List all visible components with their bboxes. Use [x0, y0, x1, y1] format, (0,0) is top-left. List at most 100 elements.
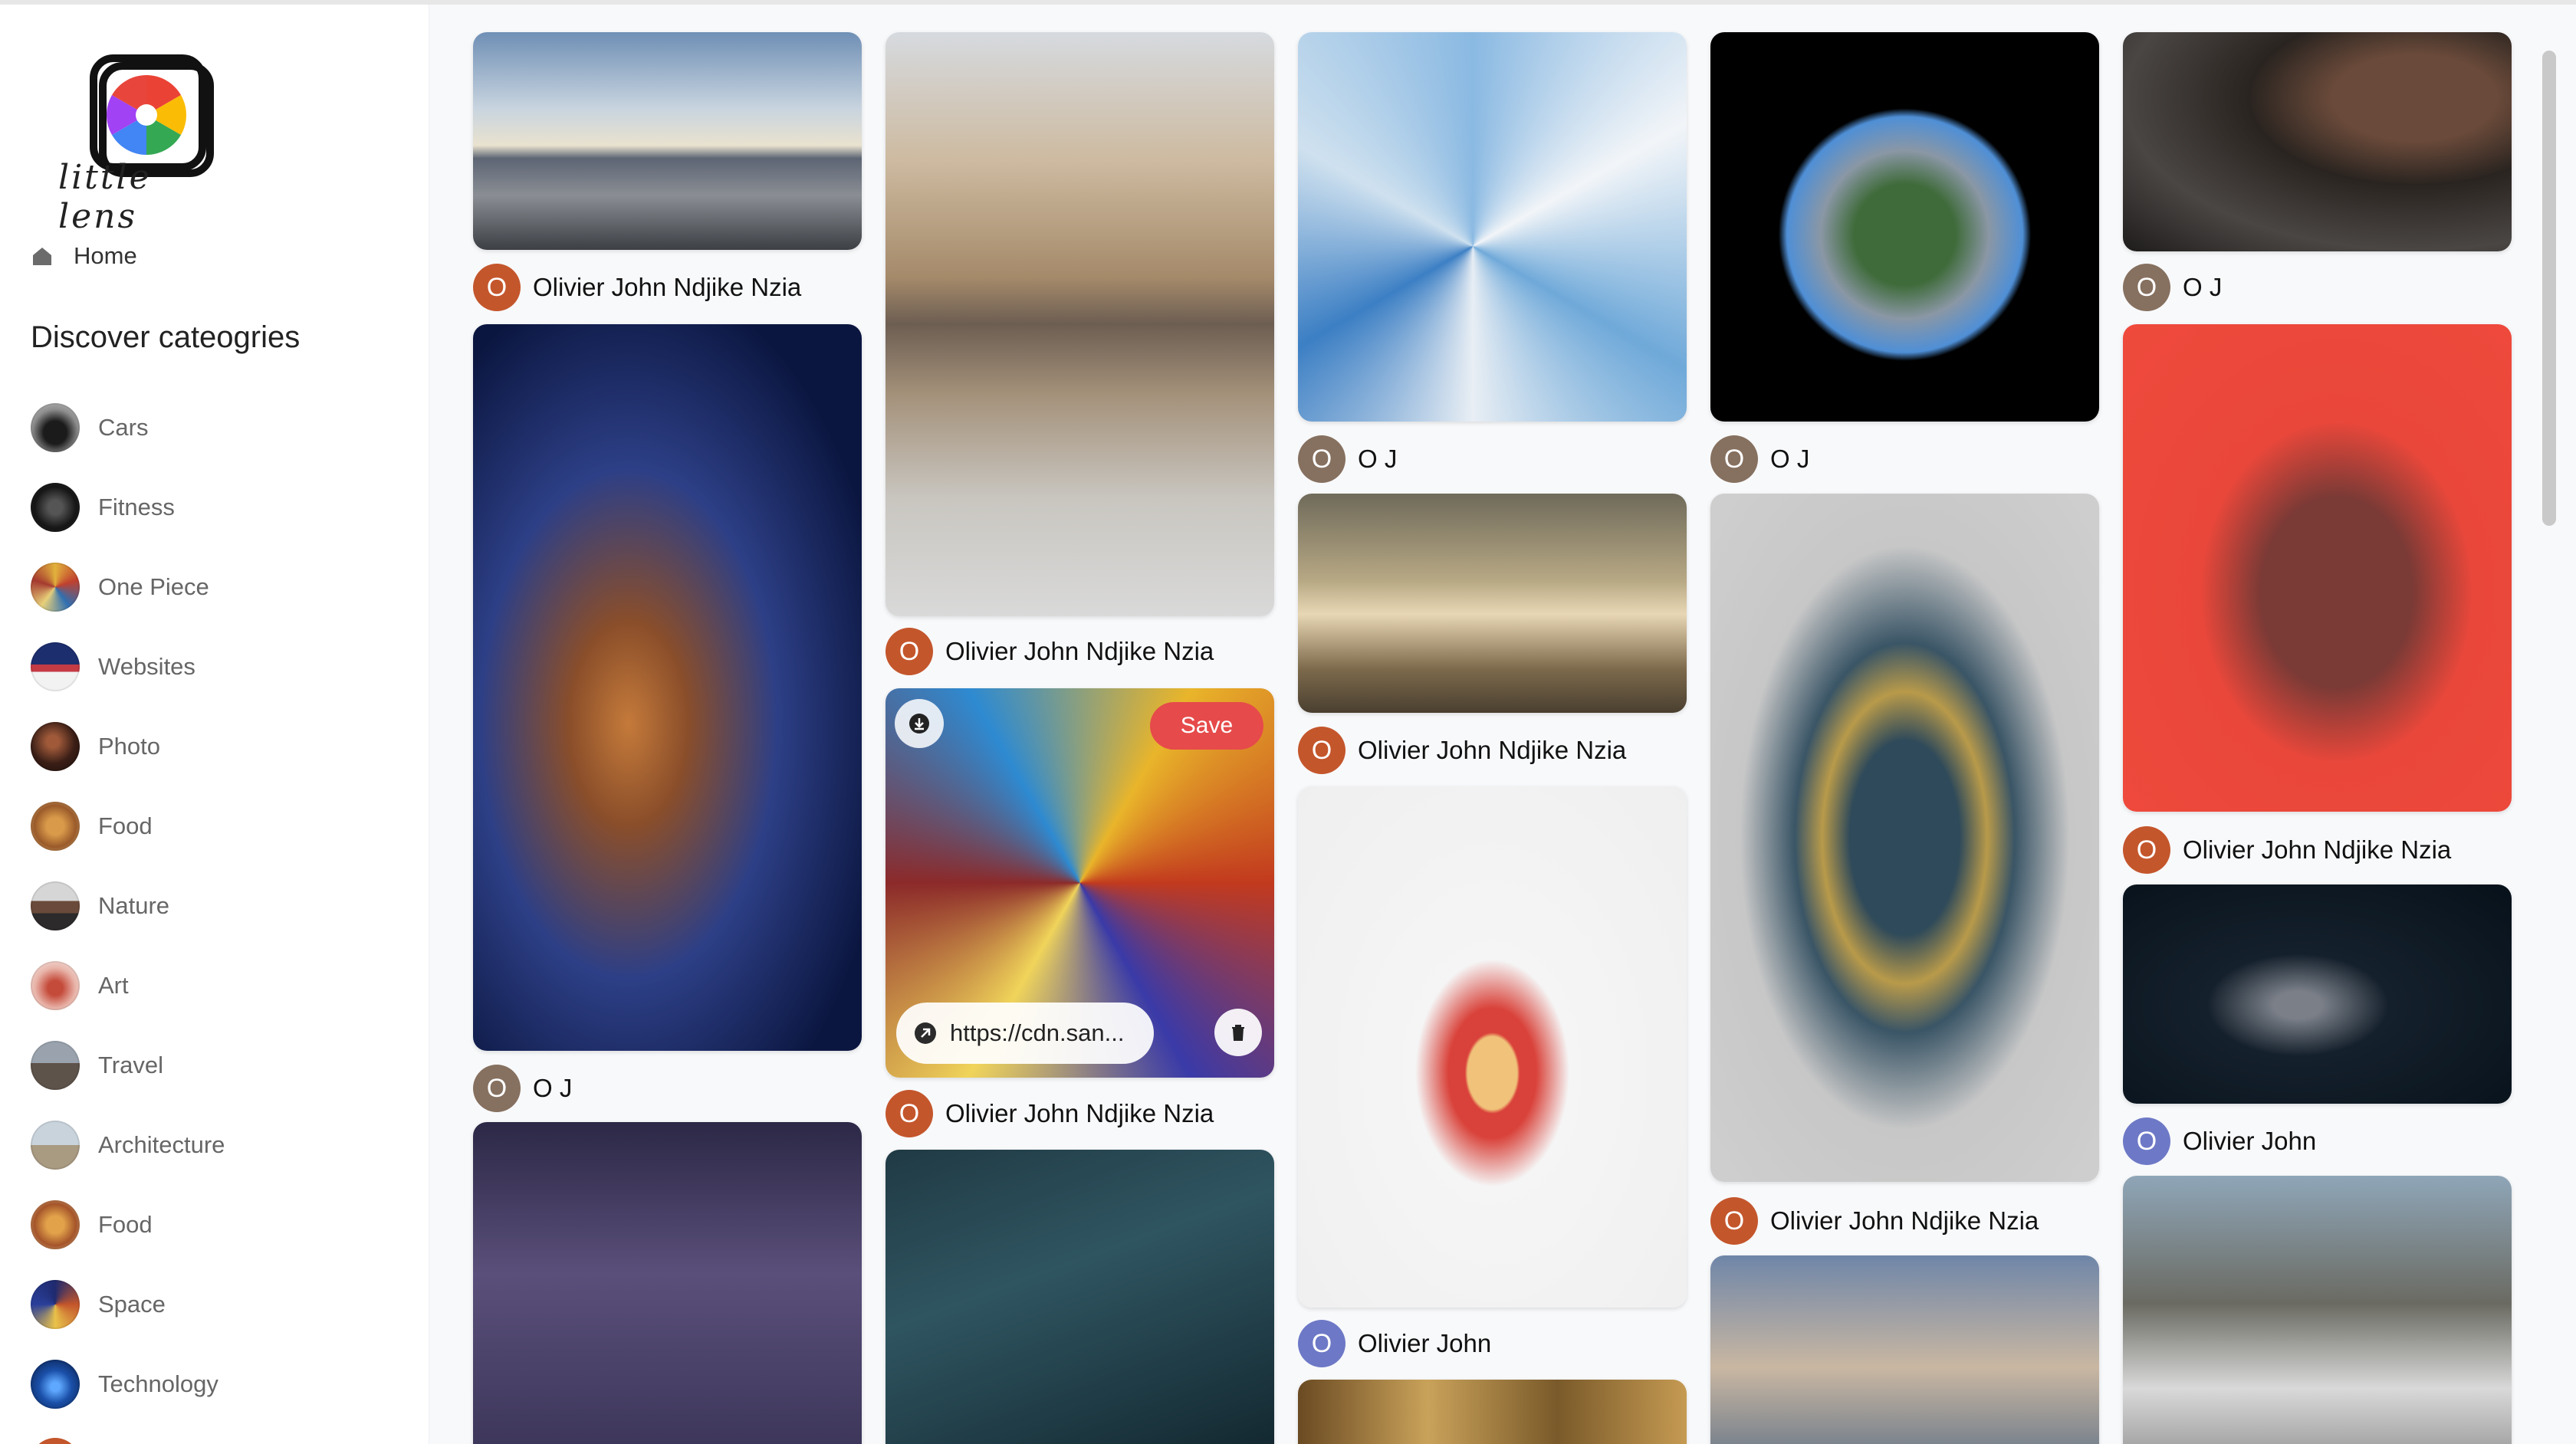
- author-name: Olivier John Ndjike Nzia: [2183, 835, 2452, 864]
- category-item-space[interactable]: Space: [31, 1265, 225, 1344]
- pin-author[interactable]: O Olivier John Ndjike Nzia: [886, 628, 1214, 675]
- pin-image-runway[interactable]: [473, 32, 862, 250]
- pin-image-white-supercar[interactable]: [2123, 1176, 2512, 1444]
- pin-author[interactable]: O O J: [1710, 435, 1809, 483]
- category-thumbnail: [31, 802, 80, 851]
- pin-image-dessert-plate[interactable]: [2123, 32, 2512, 251]
- category-thumbnail: [31, 563, 80, 612]
- category-item-travel[interactable]: Travel: [31, 1026, 225, 1105]
- category-label: Cars: [98, 414, 149, 441]
- nav-home-label: Home: [74, 242, 137, 269]
- nav-home[interactable]: Home: [31, 241, 137, 271]
- category-thumbnail: [31, 881, 80, 930]
- trash-icon: [1232, 1025, 1244, 1041]
- author-avatar: O: [1298, 435, 1346, 483]
- category-label: One Piece: [98, 573, 209, 600]
- app-logo-text: little lens: [58, 158, 152, 236]
- author-name: O J: [2183, 273, 2223, 301]
- category-item-technology[interactable]: Technology: [31, 1344, 225, 1424]
- category-thumbnail: [31, 961, 80, 1010]
- category-item-websites[interactable]: Websites: [31, 627, 225, 707]
- author-name: Olivier John Ndjike Nzia: [1358, 736, 1627, 764]
- author-name: O J: [1358, 445, 1398, 473]
- pin-image-fantasy-castle[interactable]: [1710, 1255, 2099, 1444]
- category-thumbnail-partial[interactable]: [31, 1438, 80, 1444]
- pin-image-st-peters-reflection[interactable]: [886, 32, 1274, 616]
- category-label: Art: [98, 972, 129, 999]
- author-name: O J: [1770, 445, 1810, 473]
- category-item-cars[interactable]: Cars: [31, 388, 225, 468]
- author-avatar: O: [1298, 727, 1346, 774]
- category-list: Cars Fitness One Piece Websites Photo Fo…: [31, 388, 225, 1424]
- category-label: Food: [98, 1211, 153, 1238]
- pin-author[interactable]: O O J: [2123, 264, 2222, 311]
- pin-image-cathedral-ceiling[interactable]: [1298, 1380, 1687, 1444]
- pin-author[interactable]: O Olivier John Ndjike Nzia: [473, 264, 801, 311]
- category-item-one-piece[interactable]: One Piece: [31, 547, 225, 627]
- category-thumbnail: [31, 1041, 80, 1090]
- category-thumbnail: [31, 722, 80, 771]
- author-avatar: O: [1710, 1197, 1758, 1245]
- author-avatar: O: [2123, 264, 2170, 311]
- home-icon: [33, 248, 51, 265]
- category-thumbnail: [31, 1121, 80, 1170]
- author-name: Olivier John Ndjike Nzia: [945, 1099, 1214, 1127]
- author-name: Olivier John Ndjike Nzia: [945, 637, 1214, 665]
- download-icon: [909, 714, 929, 733]
- pin-author[interactable]: O O J: [1298, 435, 1397, 483]
- pin-author[interactable]: O Olivier John Ndjike Nzia: [886, 1090, 1214, 1137]
- category-label: Websites: [98, 653, 196, 680]
- pin-feed: O Olivier John Ndjike Nzia O O J O Olivi…: [429, 5, 2561, 1444]
- category-item-food[interactable]: Food: [31, 786, 225, 866]
- category-item-nature[interactable]: Nature: [31, 866, 225, 946]
- category-item-art[interactable]: Art: [31, 946, 225, 1026]
- category-label: Photo: [98, 733, 161, 760]
- discover-categories-title: Discover cateogries: [31, 320, 301, 354]
- category-label: Space: [98, 1291, 166, 1318]
- pin-image-milky-way[interactable]: [886, 1150, 1274, 1444]
- pin-author[interactable]: O Olivier John Ndjike Nzia: [2123, 826, 2451, 874]
- pin-image-foggy-jungle[interactable]: [1298, 494, 1687, 713]
- pin-image-shark[interactable]: [2123, 884, 2512, 1104]
- pin-image-night-sky[interactable]: [473, 1122, 862, 1444]
- pin-image-abstract-paint[interactable]: Save https://cdn.san...: [886, 688, 1274, 1078]
- author-avatar: O: [886, 628, 933, 675]
- pin-author[interactable]: O Olivier John Ndjike Nzia: [1710, 1197, 2039, 1245]
- category-item-architecture[interactable]: Architecture: [31, 1105, 225, 1185]
- delete-button[interactable]: [1214, 1009, 1262, 1056]
- author-name: Olivier John Ndjike Nzia: [1770, 1206, 2039, 1235]
- pin-image-luffy-figure[interactable]: [1298, 786, 1687, 1308]
- category-label: Nature: [98, 892, 170, 919]
- category-thumbnail: [31, 403, 80, 452]
- author-avatar: O: [473, 264, 521, 311]
- arrow-up-right-icon: [915, 1022, 936, 1044]
- save-button[interactable]: Save: [1150, 702, 1263, 750]
- category-thumbnail: [31, 1200, 80, 1249]
- category-label: Fitness: [98, 494, 175, 520]
- pin-image-sanji-illustration[interactable]: [2123, 324, 2512, 812]
- download-button[interactable]: [895, 699, 944, 748]
- author-avatar: O: [2123, 826, 2170, 874]
- pin-author[interactable]: O Olivier John: [2123, 1117, 2316, 1165]
- author-name: Olivier John: [1358, 1329, 1492, 1357]
- category-thumbnail: [31, 1280, 80, 1329]
- category-item-fitness[interactable]: Fitness: [31, 468, 225, 547]
- author-name: O J: [533, 1074, 573, 1102]
- pin-author[interactable]: O Olivier John: [1298, 1320, 1491, 1367]
- category-item-photo[interactable]: Photo: [31, 707, 225, 786]
- pin-author[interactable]: O O J: [473, 1065, 572, 1112]
- pin-image-blue-marble[interactable]: [1298, 32, 1687, 422]
- pin-image-dragon-illustration[interactable]: [1710, 494, 2099, 1182]
- pin-author[interactable]: O Olivier John Ndjike Nzia: [1298, 727, 1626, 774]
- author-name: Olivier John Ndjike Nzia: [533, 273, 802, 301]
- category-label: Technology: [98, 1370, 219, 1397]
- category-item-food-2[interactable]: Food: [31, 1185, 225, 1265]
- category-label: Travel: [98, 1052, 163, 1078]
- scrollbar[interactable]: [2542, 51, 2556, 526]
- pin-image-tiny-planet[interactable]: [1710, 32, 2099, 422]
- category-thumbnail: [31, 1360, 80, 1409]
- category-thumbnail: [31, 642, 80, 691]
- source-link[interactable]: https://cdn.san...: [896, 1003, 1154, 1064]
- author-avatar: O: [886, 1090, 933, 1137]
- pin-image-pillars-of-creation[interactable]: [473, 324, 862, 1051]
